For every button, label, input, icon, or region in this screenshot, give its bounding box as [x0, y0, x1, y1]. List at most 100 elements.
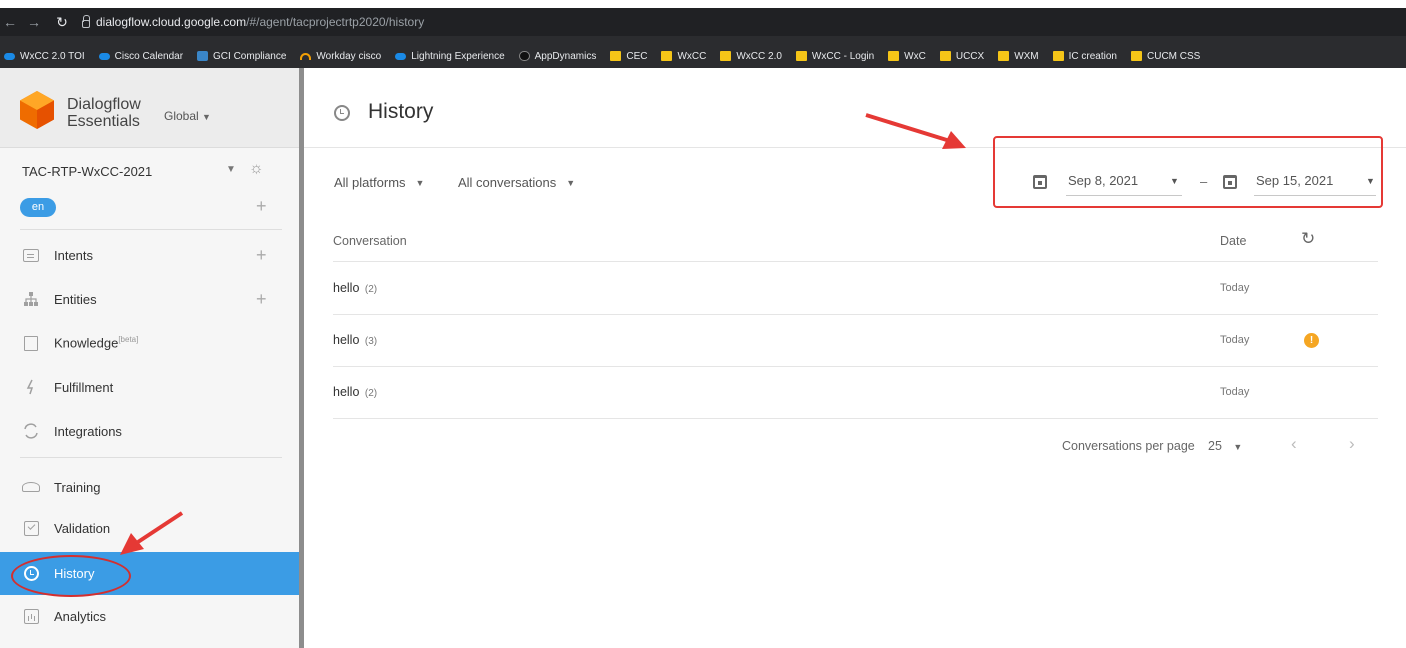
conversation-cell: hello (2)	[333, 281, 377, 295]
bookmark-label: Workday cisco	[316, 50, 382, 62]
bookmark-item[interactable]: WxCC 2.0 TOI	[4, 51, 85, 62]
gci-icon	[197, 51, 209, 61]
folder-icon	[661, 51, 673, 61]
platforms-filter[interactable]: All platforms ▼	[334, 175, 424, 190]
bookmark-label: WxCC - Login	[811, 50, 875, 62]
bookmark-label: CEC	[626, 50, 648, 62]
conversation-count: (2)	[364, 388, 378, 399]
bookmark-item[interactable]: GCI Compliance	[197, 51, 286, 62]
sidebar-item-entities[interactable]: Entities +	[0, 279, 299, 319]
bookmark-label: WxCC	[677, 50, 707, 62]
back-arrow-icon[interactable]: ←	[2, 14, 18, 30]
sidebar-item-validation[interactable]: Validation	[0, 508, 299, 548]
date-from[interactable]: Sep 8, 2021	[1068, 173, 1138, 188]
browser-address-bar: ← → ↻ dialogflow.cloud.google.com/#/agen…	[0, 8, 1406, 36]
sidebar-item-intents[interactable]: Intents +	[0, 235, 299, 275]
sidebar-item-knowledge[interactable]: Knowledge[beta]	[0, 323, 299, 363]
dialogflow-logo-icon[interactable]	[20, 91, 54, 129]
conversation-count: (2)	[364, 284, 378, 295]
calendar-icon[interactable]	[1033, 175, 1047, 189]
reload-icon[interactable]: ↻	[54, 14, 70, 31]
bookmark-item[interactable]: CEC	[610, 51, 647, 62]
date-to-dropdown-icon[interactable]: ▼	[1366, 176, 1375, 186]
per-page-label: Conversations per page	[1062, 439, 1195, 453]
date-range-highlight	[993, 136, 1383, 208]
folder-icon	[888, 51, 900, 61]
per-page-select[interactable]: 25 ▼	[1208, 439, 1242, 453]
sidebar-item-label: Intents	[54, 247, 94, 263]
toolbar-separator	[0, 36, 1406, 44]
region-label: Global	[164, 109, 199, 123]
bolt-icon	[22, 378, 40, 396]
language-badge[interactable]: en	[20, 198, 56, 217]
conversation-text: hello	[333, 281, 360, 295]
conversation-text: hello	[333, 333, 360, 347]
hierarchy-icon	[22, 290, 40, 308]
sidebar-item-label: Validation	[54, 520, 111, 536]
next-page-icon[interactable]: ›	[1349, 434, 1355, 454]
add-language-plus-icon[interactable]: +	[256, 196, 267, 217]
sidebar-item-label: Fulfillment	[54, 379, 114, 395]
calendar-icon[interactable]	[1223, 175, 1237, 189]
sidebar-item-training[interactable]: Training	[0, 467, 299, 507]
bookmark-item[interactable]: UCCX	[939, 51, 984, 62]
date-cell: Today	[1220, 334, 1250, 346]
chevron-down-icon: ▼	[566, 177, 576, 188]
forward-arrow-icon[interactable]: →	[26, 14, 42, 30]
folder-icon	[1131, 51, 1142, 61]
bookmark-label: WxCC 2.0 TOI	[20, 50, 85, 62]
bookmark-item[interactable]: Workday cisco	[300, 51, 381, 62]
date-from-dropdown-icon[interactable]: ▼	[1170, 176, 1179, 186]
table-row[interactable]: hello (2) Today	[333, 263, 1378, 315]
folder-icon	[1052, 51, 1064, 61]
bookmark-item[interactable]: AppDynamics	[518, 50, 597, 62]
agent-name[interactable]: TAC-RTP-WxCC-2021	[22, 164, 152, 179]
clock-icon	[334, 105, 350, 121]
sidebar-item-label: Training	[54, 479, 101, 495]
bookmark-item[interactable]: Lightning Experience	[395, 51, 505, 62]
main-panel: History All platforms ▼ All conversation…	[304, 68, 1406, 648]
bookmark-item[interactable]: IC creation	[1052, 51, 1117, 62]
cloud-icon	[395, 52, 407, 60]
bookmark-label: Cisco Calendar	[114, 50, 184, 62]
sidebar-item-integrations[interactable]: Integrations	[0, 411, 299, 451]
table-row[interactable]: hello (3) Today !	[333, 315, 1378, 367]
sidebar-item-analytics[interactable]: Analytics	[0, 596, 299, 636]
bookmark-item[interactable]: WXM	[998, 51, 1039, 62]
refresh-icon[interactable]: ↻	[1301, 229, 1315, 249]
bookmark-label: WxC	[904, 50, 926, 62]
sidebar-item-label: Integrations	[54, 423, 122, 439]
bookmark-label: AppDynamics	[534, 50, 597, 62]
bookmark-item[interactable]: Cisco Calendar	[98, 50, 184, 62]
folder-icon	[795, 51, 807, 61]
date-to[interactable]: Sep 15, 2021	[1256, 173, 1333, 188]
bookmark-item[interactable]: WxCC - Login	[795, 50, 875, 62]
date-to-underline	[1254, 195, 1376, 196]
chat-icon	[22, 246, 40, 264]
cycle-icon	[22, 422, 40, 440]
lock-icon	[82, 14, 90, 28]
add-entity-plus-icon[interactable]: +	[256, 289, 267, 310]
conversation-cell: hello (3)	[333, 333, 377, 347]
sidebar-item-fulfillment[interactable]: Fulfillment	[0, 367, 299, 407]
gear-icon[interactable]: ☼	[249, 160, 264, 178]
chevron-down-icon: ▼	[415, 177, 425, 188]
bookmark-item[interactable]: CUCM CSS	[1131, 51, 1200, 62]
conversations-filter-label: All conversations	[458, 175, 557, 190]
sidebar-item-label: Entities	[54, 291, 97, 307]
add-intent-plus-icon[interactable]: +	[256, 245, 267, 266]
bookmark-item[interactable]: WxCC 2.0	[720, 51, 782, 62]
prev-page-icon[interactable]: ‹	[1291, 434, 1297, 454]
table-row[interactable]: hello (2) Today	[333, 367, 1378, 419]
conversation-cell: hello (2)	[333, 385, 377, 399]
conversations-filter[interactable]: All conversations ▼	[458, 175, 575, 190]
table-header: Conversation Date ↻	[333, 229, 1378, 262]
bookmark-item[interactable]: WxC	[888, 51, 926, 62]
warning-icon[interactable]: !	[1304, 333, 1319, 348]
agent-dropdown-icon[interactable]: ▼	[226, 164, 236, 175]
brand-line-1: Dialogflow	[67, 96, 141, 113]
region-selector[interactable]: Global ▼	[164, 109, 211, 123]
per-page-value: 25	[1208, 439, 1222, 453]
url-field[interactable]: dialogflow.cloud.google.com/#/agent/tacp…	[82, 14, 424, 29]
bookmark-item[interactable]: WxCC	[661, 51, 706, 62]
